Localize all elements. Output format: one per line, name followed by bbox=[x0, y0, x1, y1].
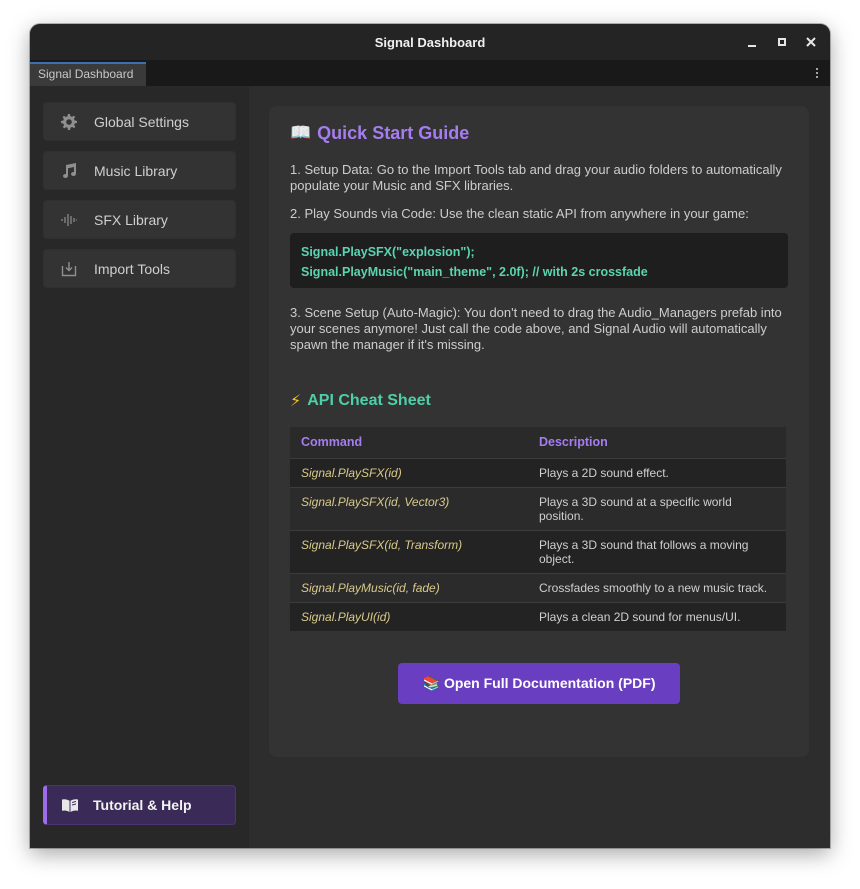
step-2-text: 2. Play Sounds via Code: Use the clean s… bbox=[290, 206, 749, 221]
code-line: Signal.PlayMusic("main_theme", 2.0f); //… bbox=[301, 265, 648, 279]
tab-bar: Signal Dashboard bbox=[30, 60, 830, 86]
description-cell: Plays a 3D sound that follows a moving o… bbox=[528, 529, 786, 573]
description-cell: Plays a 3D sound at a specific world pos… bbox=[528, 486, 786, 530]
quick-start-title: Quick Start Guide bbox=[317, 122, 470, 143]
code-block[interactable]: Signal.PlaySFX("explosion"); Signal.Play… bbox=[290, 233, 788, 288]
command-cell: Signal.PlaySFX(id, Vector3) bbox=[290, 486, 528, 530]
command-cell: Signal.PlayUI(id) bbox=[290, 601, 528, 631]
minimize-icon bbox=[748, 45, 756, 47]
open-documentation-button[interactable]: 📚 Open Full Documentation (PDF) bbox=[398, 662, 680, 704]
column-header-command: Command bbox=[290, 427, 528, 458]
main-content: 📖 Quick Start Guide 1. Setup Data: Go to… bbox=[249, 86, 830, 848]
table-header-row: Command Description bbox=[290, 427, 786, 458]
sidebar-item-label: Import Tools bbox=[94, 260, 170, 277]
maximize-icon bbox=[778, 38, 786, 46]
description-cell: Plays a clean 2D sound for menus/UI. bbox=[528, 601, 786, 631]
sidebar-item-global-settings[interactable]: Global Settings bbox=[43, 102, 236, 141]
title-bar: Signal Dashboard bbox=[30, 24, 830, 60]
import-icon bbox=[44, 261, 94, 277]
sidebar-item-sfx-library[interactable]: SFX Library bbox=[43, 200, 236, 239]
tab-menu-icon[interactable] bbox=[810, 60, 824, 86]
table-row: Signal.PlayUI(id) Plays a clean 2D sound… bbox=[290, 601, 786, 631]
command-cell: Signal.PlaySFX(id, Transform) bbox=[290, 529, 528, 573]
cheat-sheet-heading: ⚡ API Cheat Sheet bbox=[290, 391, 788, 411]
window-title: Signal Dashboard bbox=[374, 34, 486, 50]
command-cell: Signal.PlayMusic(id, fade) bbox=[290, 572, 528, 602]
table-row: Signal.PlayMusic(id, fade) Crossfades sm… bbox=[290, 572, 786, 602]
waveform-icon bbox=[44, 212, 94, 228]
tutorial-card: 📖 Quick Start Guide 1. Setup Data: Go to… bbox=[269, 106, 809, 757]
api-table: Command Description Signal.PlaySFX(id) P… bbox=[290, 427, 786, 631]
table-row: Signal.PlaySFX(id) Plays a 2D sound effe… bbox=[290, 457, 786, 487]
music-note-icon bbox=[44, 162, 94, 179]
sidebar-item-label: Music Library bbox=[94, 162, 178, 179]
code-line: Signal.PlaySFX("explosion"); bbox=[301, 245, 475, 259]
books-icon: 📚 bbox=[422, 674, 440, 691]
sidebar-item-music-library[interactable]: Music Library bbox=[43, 151, 236, 190]
lightning-icon: ⚡ bbox=[290, 393, 302, 410]
sidebar: Global Settings Music Library SFX Librar… bbox=[30, 86, 249, 848]
tab-signal-dashboard[interactable]: Signal Dashboard bbox=[30, 62, 146, 86]
command-cell: Signal.PlaySFX(id) bbox=[290, 457, 528, 487]
sidebar-item-label: SFX Library bbox=[94, 211, 168, 228]
step-3-text: 3. Scene Setup (Auto-Magic): You don't n… bbox=[290, 305, 782, 352]
minimize-button[interactable] bbox=[737, 24, 767, 60]
table-row: Signal.PlaySFX(id, Transform) Plays a 3D… bbox=[290, 529, 786, 573]
maximize-button[interactable] bbox=[767, 24, 797, 60]
open-book-icon bbox=[47, 797, 93, 813]
description-cell: Crossfades smoothly to a new music track… bbox=[528, 572, 786, 602]
app-window: Signal Dashboard Signal Dashboard Global… bbox=[30, 24, 830, 848]
button-label: Open Full Documentation (PDF) bbox=[443, 675, 656, 691]
cheat-sheet-title: API Cheat Sheet bbox=[307, 392, 431, 409]
step-1-text: 1. Setup Data: Go to the Import Tools ta… bbox=[290, 162, 782, 193]
sidebar-item-label: Global Settings bbox=[94, 113, 189, 130]
table-row: Signal.PlaySFX(id, Vector3) Plays a 3D s… bbox=[290, 486, 786, 530]
sidebar-item-tutorial-help[interactable]: Tutorial & Help bbox=[43, 785, 236, 825]
close-button[interactable] bbox=[796, 24, 826, 60]
sidebar-item-label: Tutorial & Help bbox=[93, 797, 192, 813]
close-icon bbox=[806, 37, 816, 47]
column-header-description: Description bbox=[528, 427, 786, 458]
description-cell: Plays a 2D sound effect. bbox=[528, 457, 786, 487]
book-icon: 📖 bbox=[290, 123, 312, 142]
sidebar-item-import-tools[interactable]: Import Tools bbox=[43, 249, 236, 288]
gear-icon bbox=[44, 113, 94, 130]
quick-start-heading: 📖 Quick Start Guide bbox=[290, 122, 788, 144]
